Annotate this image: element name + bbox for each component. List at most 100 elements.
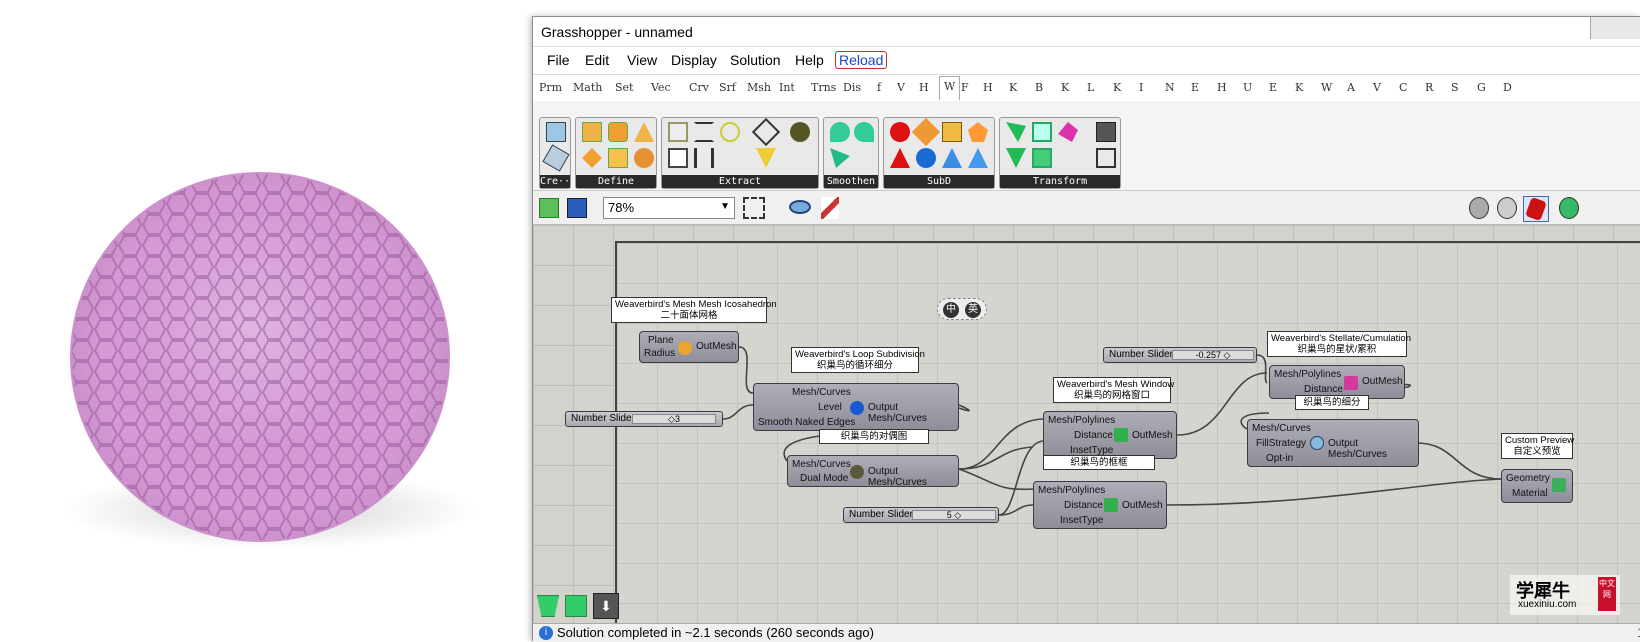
tab-k[interactable]: K (1061, 81, 1069, 94)
input-distance[interactable]: Distance (1304, 384, 1343, 395)
pentagon-icon[interactable] (968, 122, 988, 142)
tab-k[interactable]: K (1295, 81, 1303, 94)
window-icon[interactable] (1032, 122, 1052, 142)
hourglass-icon[interactable] (694, 122, 714, 142)
lang-cn-button[interactable]: 中 (943, 302, 959, 318)
smooth-naked-icon[interactable] (854, 122, 874, 142)
input-distance[interactable]: Distance (1064, 500, 1103, 511)
split-icon[interactable] (751, 117, 781, 147)
menu-file[interactable]: File (547, 52, 570, 68)
menu-edit[interactable]: Edit (585, 52, 609, 68)
grasshopper-canvas[interactable]: 中 英 Weaverbird's Mesh Mesh Icosahedron 二… (533, 225, 1640, 623)
tab-srf[interactable]: Srf (719, 81, 736, 94)
language-toggle[interactable]: 中 英 (937, 298, 987, 320)
extract-face-icon[interactable] (668, 122, 688, 142)
laplacian-icon[interactable] (830, 148, 850, 168)
input-mesh-curves[interactable]: Mesh/Curves (792, 459, 851, 470)
tab-e[interactable]: E (1191, 81, 1199, 94)
tab-math[interactable]: Math (573, 81, 602, 94)
frame-transform-icon[interactable] (1006, 148, 1026, 168)
sketch-icon[interactable] (821, 197, 839, 219)
output-outmesh[interactable]: OutMesh (1362, 376, 1403, 387)
input-level[interactable]: Level (818, 402, 842, 413)
panel-extract[interactable]: Extract (661, 117, 819, 189)
split-triangles-icon[interactable] (968, 148, 988, 168)
catmull-clark-icon[interactable] (890, 122, 910, 142)
number-slider-level[interactable]: Number Slider ◇3 (565, 411, 723, 427)
preview-wire-icon[interactable] (1469, 197, 1489, 219)
butterfly-icon[interactable] (942, 148, 962, 168)
loop-subdivision-component[interactable]: Mesh/Curves Level Smooth Naked Edges Out… (753, 383, 959, 431)
tab-h[interactable]: H (983, 81, 993, 94)
input-opt-in[interactable]: Opt-in (1266, 453, 1293, 464)
split-polygons-component[interactable]: Mesh/Curves FillStrategy Opt-in Output M… (1247, 419, 1419, 467)
output-outmesh[interactable]: OutMesh (1132, 430, 1173, 441)
frame-icon[interactable] (668, 148, 688, 168)
input-fillstrategy[interactable]: FillStrategy (1256, 438, 1306, 449)
tab-s[interactable]: S (1451, 81, 1459, 94)
icosahedron-icon[interactable] (634, 148, 654, 168)
output-mesh-curves[interactable]: Output Mesh/Curves (1328, 438, 1418, 460)
create-icon[interactable] (546, 122, 566, 142)
tab-g[interactable]: G (1477, 81, 1486, 94)
panel-create[interactable]: Cre··· (539, 117, 576, 189)
open-file-icon[interactable] (539, 198, 559, 218)
output-mesh-curves[interactable]: Output Mesh/Curves (868, 466, 958, 488)
cube-icon[interactable] (608, 148, 628, 168)
hex-mesh-icon[interactable] (542, 144, 570, 172)
arrow-down-icon[interactable] (756, 148, 776, 168)
star-icon[interactable] (790, 122, 810, 142)
mesh-window-icon[interactable] (1032, 148, 1052, 168)
input-smooth-naked-edges[interactable]: Smooth Naked Edges (758, 417, 855, 428)
tab-v[interactable]: V (897, 81, 905, 94)
input-insettype[interactable]: InsetType (1060, 515, 1103, 526)
window-shortcut-icon[interactable] (565, 595, 587, 617)
frame-shortcut-icon[interactable] (537, 595, 559, 617)
tetrahedron-icon[interactable] (634, 122, 654, 142)
tab-c[interactable]: C (1399, 81, 1407, 94)
tab-v[interactable]: V (1373, 81, 1381, 94)
panel-transform[interactable]: Transform (999, 117, 1121, 189)
stellate-component[interactable]: Mesh/Polylines Distance OutMesh (1269, 365, 1405, 399)
octahedron-icon[interactable] (582, 148, 602, 168)
slider-track[interactable]: ◇3 (632, 414, 716, 424)
input-radius[interactable]: Radius (644, 348, 675, 359)
download-icon[interactable]: ⬇ (593, 593, 619, 619)
mesh-icosahedron-component[interactable]: Plane Radius OutMesh (639, 331, 739, 363)
tab-b[interactable]: B (1035, 81, 1043, 94)
slider-track[interactable]: -0.257 ◇ (1172, 350, 1254, 360)
output-outmesh[interactable]: OutMesh (1122, 500, 1163, 511)
preview-selected-button[interactable] (1523, 196, 1549, 222)
slider-track[interactable]: 5 ◇ (912, 510, 996, 520)
lang-en-button[interactable]: 英 (965, 302, 981, 318)
zoom-extents-icon[interactable] (743, 197, 765, 219)
input-mesh-polylines[interactable]: Mesh/Polylines (1274, 369, 1341, 380)
number-slider-stellate[interactable]: Number Slider -0.257 ◇ (1103, 347, 1257, 363)
mesh-frame-component[interactable]: Mesh/Polylines Distance InsetType OutMes… (1033, 481, 1167, 529)
tab-a[interactable]: A (1347, 81, 1355, 94)
tab-trns[interactable]: Trns (811, 81, 836, 94)
tab-k[interactable]: K (1113, 81, 1121, 94)
input-dual-mode[interactable]: Dual Mode (800, 473, 848, 484)
tab-int[interactable]: Int (779, 81, 795, 94)
menu-solution[interactable]: Solution (730, 52, 781, 68)
stellate-icon[interactable] (1058, 122, 1078, 142)
loop-subd-icon[interactable] (916, 148, 936, 168)
eye-icon[interactable] (789, 200, 811, 214)
tab-f[interactable]: f (877, 81, 881, 94)
constant-quads-icon[interactable] (942, 122, 962, 142)
flag-icon[interactable] (1006, 122, 1026, 142)
tab-set[interactable]: Set (615, 81, 633, 94)
lines-icon[interactable] (694, 148, 714, 168)
offset-icon[interactable] (1096, 148, 1116, 168)
tab-vec[interactable]: Vec (651, 81, 671, 94)
tab-i[interactable]: I (1139, 81, 1143, 94)
panel-smoothen[interactable]: Smoothen (823, 117, 879, 189)
tab-e[interactable]: E (1269, 81, 1277, 94)
tab-f[interactable]: F (961, 81, 969, 94)
input-geometry[interactable]: Geometry (1506, 473, 1550, 484)
save-icon[interactable] (567, 198, 587, 218)
input-mesh-curves[interactable]: Mesh/Curves (792, 387, 851, 398)
input-mesh-polylines[interactable]: Mesh/Polylines (1048, 415, 1115, 426)
input-plane[interactable]: Plane (648, 335, 674, 346)
